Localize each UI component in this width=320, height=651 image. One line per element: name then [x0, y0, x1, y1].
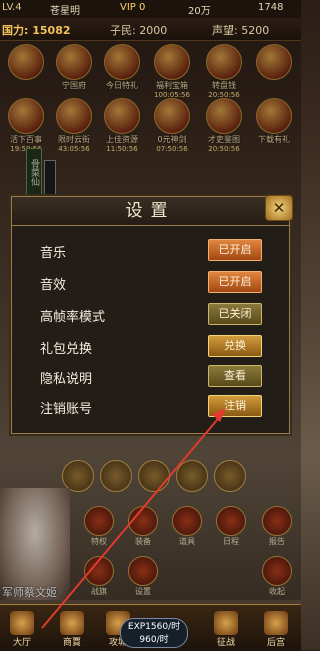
annotation-arrow: [41, 408, 226, 629]
